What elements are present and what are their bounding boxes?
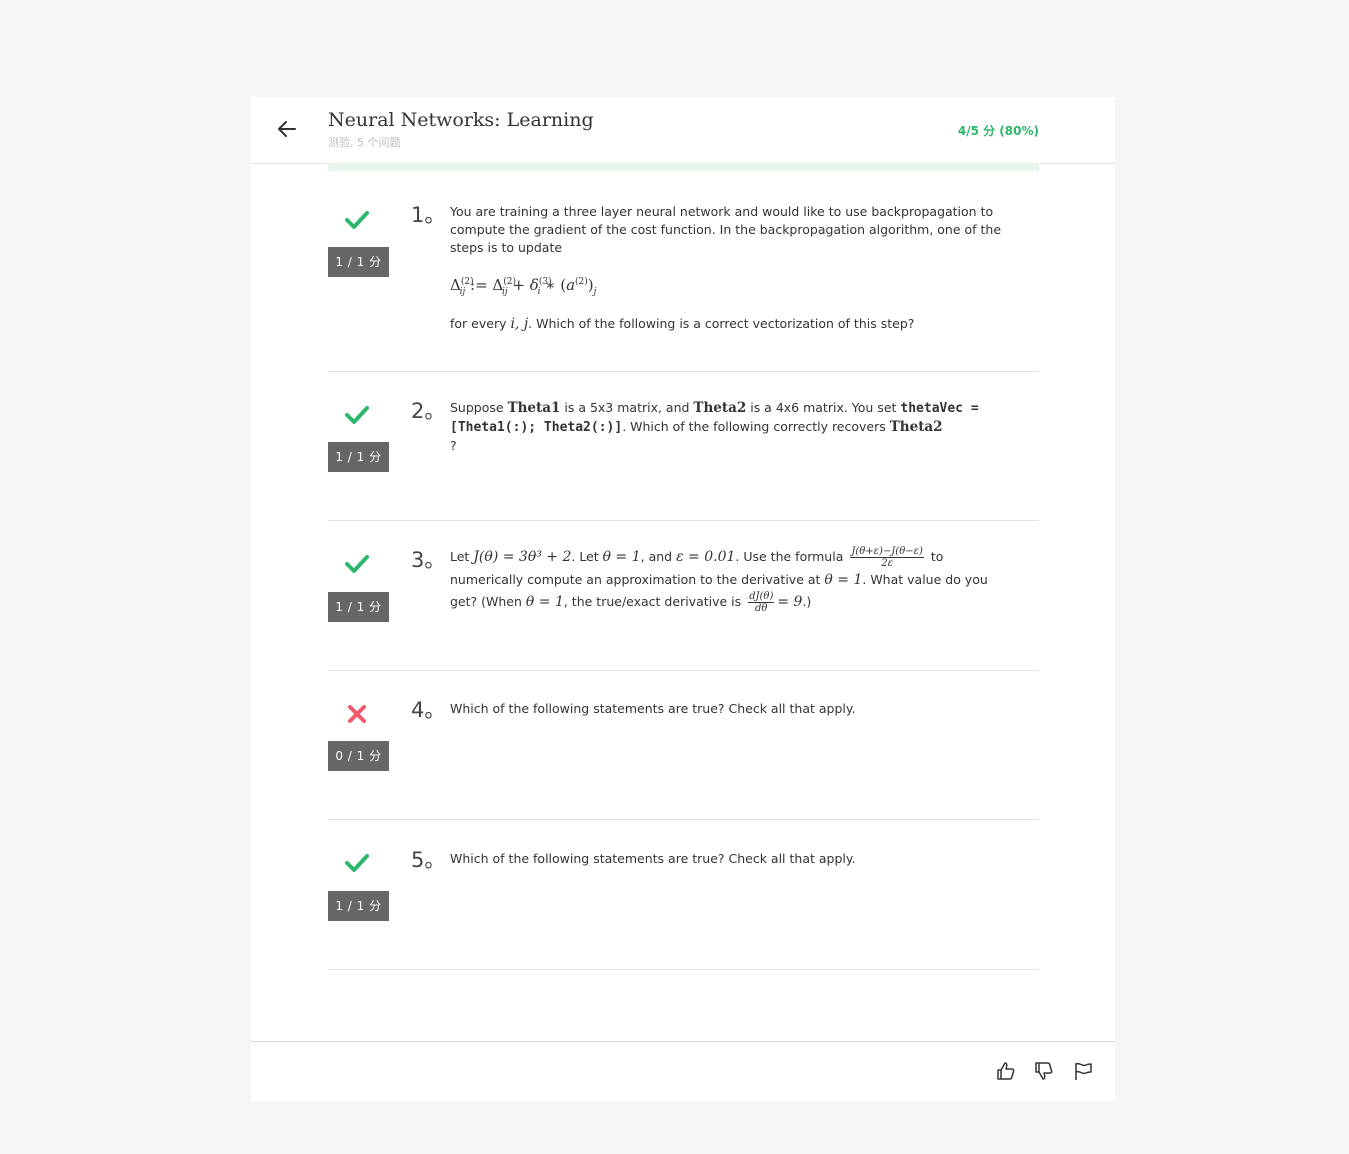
text-part: . Which of the following is a correct ve… (528, 316, 915, 331)
progress-bar (328, 163, 1039, 171)
text-part: . Use the formula (735, 549, 848, 564)
quiz-footer (251, 1041, 1115, 1102)
question-5: 1 / 1 分 5。 Which of the following statem… (328, 819, 1039, 970)
text-part: is a 4x6 matrix. You set (746, 400, 901, 415)
question-number: 3。 (411, 548, 446, 572)
fraction-denominator: dθ (755, 603, 768, 614)
text-part: for every (450, 316, 511, 331)
quiz-score: 4/5 分 (80%) (957, 124, 1039, 138)
points-badge: 0 / 1 分 (328, 741, 389, 771)
question-text: Suppose Theta1 is a 5x3 matrix, and Thet… (450, 399, 1005, 455)
points-badge: 1 / 1 分 (328, 247, 389, 277)
check-icon (345, 406, 369, 424)
check-icon (345, 555, 369, 573)
thumbs-up-icon[interactable] (995, 1060, 1017, 1082)
question-text: You are training a three layer neural ne… (450, 203, 1005, 333)
question-text: Let J(θ) = 3θ³ + 2. Let θ = 1, and ε = 0… (450, 546, 1005, 614)
math-j-theta: J(θ) = 3θ³ + 2 (473, 549, 572, 565)
question-tail: for every i, j. Which of the following i… (450, 315, 1005, 333)
fraction-denominator: 2ε (881, 558, 893, 569)
fraction-numerator: dJ(θ) (748, 591, 775, 603)
check-icon (345, 854, 369, 872)
points-badge: 1 / 1 分 (328, 442, 389, 472)
text-part: is a 5x3 matrix, and (560, 400, 694, 415)
math-theta: θ = 1 (602, 549, 641, 565)
flag-icon[interactable] (1072, 1060, 1094, 1082)
difference-fraction: J(θ+ε)−J(θ−ε) 2ε (850, 546, 924, 569)
points-badge: 1 / 1 分 (328, 891, 389, 921)
question-text: Which of the following statements are tr… (450, 851, 856, 866)
question-number: 4。 (411, 698, 446, 722)
question-3: 1 / 1 分 3。 Let J(θ) = 3θ³ + 2. Let θ = 1… (328, 520, 1039, 671)
points-badge: 1 / 1 分 (328, 592, 389, 622)
math-epsilon: ε = 0.01 (676, 549, 736, 565)
question-4: 0 / 1 分 4。 Which of the following statem… (328, 670, 1039, 820)
math-theta: θ = 1 (824, 572, 863, 588)
text-part: . Which of the following correctly recov… (622, 419, 890, 434)
update-formula: Δ(2)ij := Δ(2)ij + δ(3)i ∗ (a(2))j (450, 276, 597, 297)
question-text: Which of the following statements are tr… (450, 701, 856, 716)
text-part: Let (450, 549, 474, 564)
math-theta2: Theta2 (889, 419, 943, 435)
fraction-numerator: J(θ+ε)−J(θ−ε) (850, 546, 924, 558)
math-theta2: Theta2 (693, 400, 747, 416)
math-theta: θ = 1 (525, 594, 564, 610)
thumbs-down-icon[interactable] (1033, 1060, 1055, 1082)
text-part: Suppose (450, 400, 508, 415)
check-icon (345, 211, 369, 229)
text-part: , the true/exact derivative is (563, 594, 746, 609)
quiz-subtitle: 测验, 5 个问题 (328, 136, 401, 149)
back-arrow-icon[interactable] (275, 117, 299, 141)
text-part: , and (640, 549, 677, 564)
cross-icon (348, 705, 366, 723)
quiz-header: Neural Networks: Learning 测验, 5 个问题 4/5 … (251, 97, 1115, 164)
text-part: .) (802, 594, 812, 609)
text-part: ? (450, 438, 457, 453)
page-title: Neural Networks: Learning (328, 109, 594, 131)
question-number: 5。 (411, 848, 446, 872)
question-2: 1 / 1 分 2。 Suppose Theta1 is a 5x3 matri… (328, 371, 1039, 521)
text-part: . Let (571, 549, 603, 564)
math-theta1: Theta1 (507, 400, 561, 416)
math-equals: = 9 (777, 594, 803, 610)
derivative-fraction: dJ(θ) dθ (748, 591, 775, 614)
question-1: 1 / 1 分 1。 You are training a three laye… (328, 171, 1039, 372)
question-intro: You are training a three layer neural ne… (450, 204, 1002, 255)
quiz-card: Neural Networks: Learning 测验, 5 个问题 4/5 … (251, 97, 1115, 1101)
question-number: 2。 (411, 399, 446, 423)
math-ij: i, j (510, 316, 529, 332)
question-number: 1。 (411, 203, 446, 227)
